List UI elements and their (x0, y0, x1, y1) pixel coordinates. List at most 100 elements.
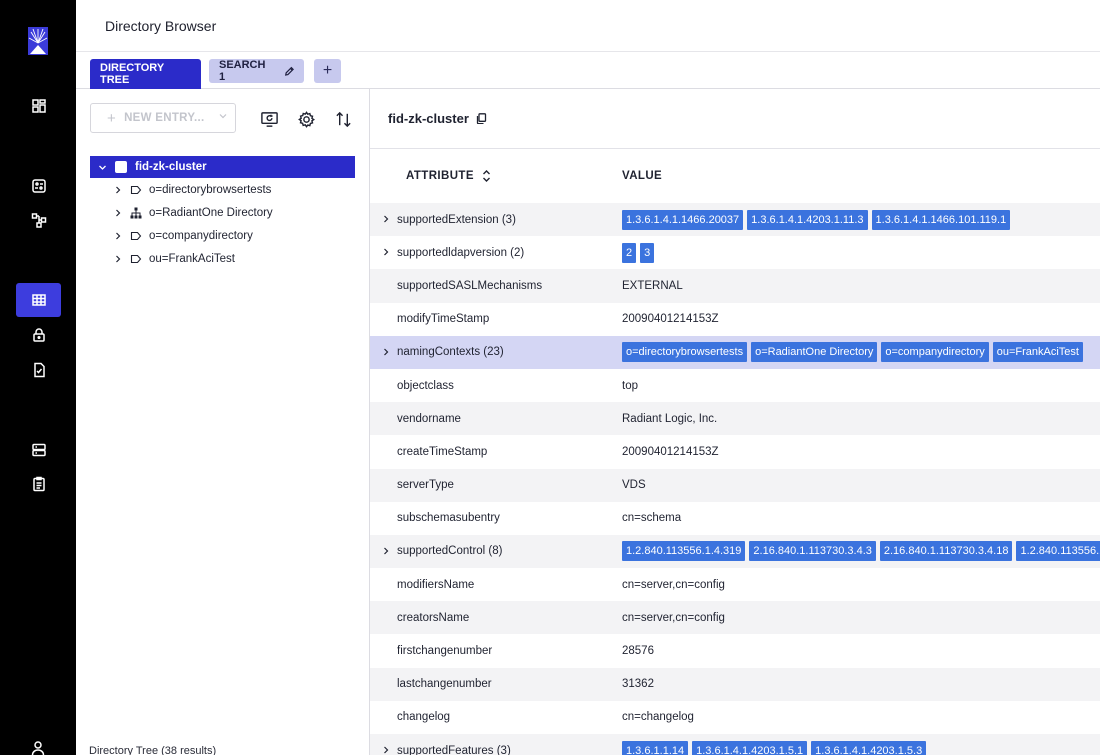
attribute-name: serverType (397, 479, 454, 492)
compliance-nav-icon[interactable] (16, 353, 61, 387)
attribute-row[interactable]: changelog cn=changelog (370, 700, 1100, 734)
chevron-right-icon[interactable] (114, 255, 122, 263)
attribute-value: cn=server,cn=config (622, 578, 725, 591)
value-chip[interactable]: 1.3.6.1.4.1.1466.101.119.1 (871, 209, 1011, 230)
value-chip[interactable]: 1.2.840.113556.1.4 (1016, 541, 1100, 562)
value-chip[interactable]: 2.16.840.1.113730.3.4.18 (879, 541, 1013, 562)
value-chip[interactable]: 2 (622, 242, 637, 263)
app-logo-icon[interactable] (28, 27, 48, 55)
tree-toolbar: + NEW ENTRY... (90, 103, 360, 133)
chevron-right-icon[interactable] (382, 248, 390, 256)
add-tab-button[interactable]: + (314, 59, 341, 83)
value-chip[interactable]: 1.3.6.1.1.14 (622, 740, 689, 755)
clipboard-nav-icon[interactable] (16, 467, 61, 501)
attribute-value: 31362 (622, 678, 654, 691)
server-nav-icon[interactable] (16, 433, 61, 467)
chevron-right-icon[interactable] (382, 547, 390, 555)
tree-results-count: Directory Tree (38 results) (89, 745, 217, 755)
attribute-row[interactable]: subschemasubentry cn=schema (370, 501, 1100, 535)
attribute-row[interactable]: supportedControl (8) 1.2.840.113556.1.4.3… (370, 534, 1100, 569)
value-chip[interactable]: 1.3.6.1.4.1.4203.1.11.3 (747, 209, 868, 230)
directory-browser-nav-icon[interactable] (16, 283, 61, 317)
attribute-row[interactable]: modifyTimeStamp 20090401214153Z (370, 302, 1100, 336)
tree-node-label: ou=FrankAciTest (149, 252, 235, 265)
dashboard-nav-icon[interactable] (16, 89, 61, 123)
value-chip[interactable]: 2.16.840.1.113730.3.4.3 (749, 541, 876, 562)
chevron-right-icon[interactable] (114, 209, 122, 217)
attribute-name: namingContexts (23) (397, 346, 504, 359)
chevron-right-icon[interactable] (382, 215, 390, 223)
divider (370, 148, 1100, 149)
copy-icon[interactable] (476, 113, 487, 124)
chevron-right-icon[interactable] (114, 232, 122, 240)
entry-title: fid-zk-cluster (388, 111, 487, 126)
tree-node[interactable]: o=companydirectory (90, 224, 355, 247)
attribute-name: supportedFeatures (3) (397, 744, 511, 755)
tree-root-label: fid-zk-cluster (135, 161, 207, 173)
tree-node[interactable]: o=directorybrowsertests (90, 178, 355, 201)
value-chip[interactable]: 1.2.840.113556.1.4.319 (622, 541, 746, 562)
attribute-row[interactable]: vendorname Radiant Logic, Inc. (370, 402, 1100, 436)
attribute-row[interactable]: supportedldapversion (2) 2 3 (370, 236, 1100, 270)
attribute-row[interactable]: serverType VDS (370, 468, 1100, 502)
attribute-name: firstchangenumber (397, 645, 493, 658)
attribute-row[interactable]: supportedFeatures (3) 1.3.6.1.1.14 1.3.6.1… (370, 734, 1100, 755)
attribute-value: o=directorybrowsertests o=RadiantOne Dire… (622, 342, 1083, 363)
value-chip[interactable]: o=RadiantOne Directory (751, 342, 878, 363)
value-chip[interactable]: 1.3.6.1.4.1.4203.1.5.3 (811, 740, 927, 755)
attribute-row[interactable]: lastchangenumber 31362 (370, 667, 1100, 701)
attribute-value: VDS (622, 479, 646, 492)
attribute-name: lastchangenumber (397, 678, 492, 691)
attribute-name: supportedSASLMechanisms (397, 279, 543, 292)
sort-arrows-icon[interactable] (332, 108, 354, 130)
user-account-nav-icon[interactable] (16, 734, 61, 755)
value-chip[interactable]: o=directorybrowsertests (622, 342, 748, 363)
sort-icon[interactable] (482, 169, 491, 183)
value-chip[interactable]: 1.3.6.1.4.1.4203.1.5.1 (692, 740, 808, 755)
edit-pencil-icon[interactable] (284, 66, 294, 77)
settings-gear-icon[interactable] (295, 108, 317, 130)
lock-nav-icon[interactable] (16, 318, 61, 352)
tree-node[interactable]: o=RadiantOne Directory (90, 201, 355, 224)
left-nav (0, 0, 76, 755)
control-panel-nav-icon[interactable] (16, 169, 61, 203)
attribute-row[interactable]: objectclass top (370, 368, 1100, 403)
value-chip[interactable]: ou=FrankAciTest (992, 342, 1083, 363)
tree-node-label: o=RadiantOne Directory (149, 206, 273, 219)
value-chip[interactable]: 3 (640, 242, 655, 263)
tree-root-node[interactable]: fid-zk-cluster (90, 156, 355, 178)
tree-node[interactable]: ou=FrankAciTest (90, 247, 355, 270)
attribute-panel: fid-zk-cluster ATTRIBUTE VALUE supported… (370, 89, 1100, 755)
attribute-name: createTimeStamp (397, 445, 488, 458)
chevron-down-icon[interactable] (98, 163, 107, 172)
tag-icon (130, 185, 142, 194)
value-chip[interactable]: o=companydirectory (881, 342, 989, 363)
chevron-right-icon[interactable] (382, 348, 390, 356)
hierarchy-nav-icon[interactable] (16, 203, 61, 237)
attribute-row[interactable]: createTimeStamp 20090401214153Z (370, 435, 1100, 469)
attribute-value: 1.2.840.113556.1.4.319 2.16.840.1.113730.… (622, 541, 1100, 562)
value-chip[interactable]: 1.3.6.1.4.1.1466.20037 (622, 209, 744, 230)
attribute-value: 23 (622, 242, 655, 263)
attribute-row[interactable]: supportedSASLMechanisms EXTERNAL (370, 269, 1100, 303)
attribute-row[interactable]: firstchangenumber 28576 (370, 634, 1100, 668)
attribute-row[interactable]: supportedExtension (3) 1.3.6.1.4.1.1466.2… (370, 203, 1100, 237)
attribute-value: 20090401214153Z (622, 445, 719, 458)
attribute-row[interactable]: modifiersName cn=server,cn=config (370, 568, 1100, 602)
attribute-name: supportedldapversion (2) (397, 246, 525, 259)
attribute-row[interactable]: creatorsName cn=server,cn=config (370, 601, 1100, 635)
refresh-monitor-icon[interactable] (258, 108, 280, 130)
new-entry-button[interactable]: + NEW ENTRY... (90, 103, 236, 133)
tree-node-label: o=companydirectory (149, 229, 253, 242)
attribute-row[interactable]: namingContexts (23) o=directorybrowsertes… (370, 335, 1100, 369)
attribute-name: changelog (397, 711, 451, 724)
chevron-right-icon[interactable] (382, 746, 390, 754)
page-title: Directory Browser (105, 18, 217, 34)
attribute-column-header[interactable]: ATTRIBUTE (406, 164, 491, 188)
plus-icon: + (107, 109, 117, 127)
new-entry-label: NEW ENTRY... (124, 112, 205, 124)
attribute-value: 28576 (622, 645, 654, 658)
tab-search-1[interactable]: SEARCH 1 (209, 59, 304, 83)
tab-directory-tree[interactable]: DIRECTORY TREE (90, 59, 201, 89)
chevron-right-icon[interactable] (114, 186, 122, 194)
